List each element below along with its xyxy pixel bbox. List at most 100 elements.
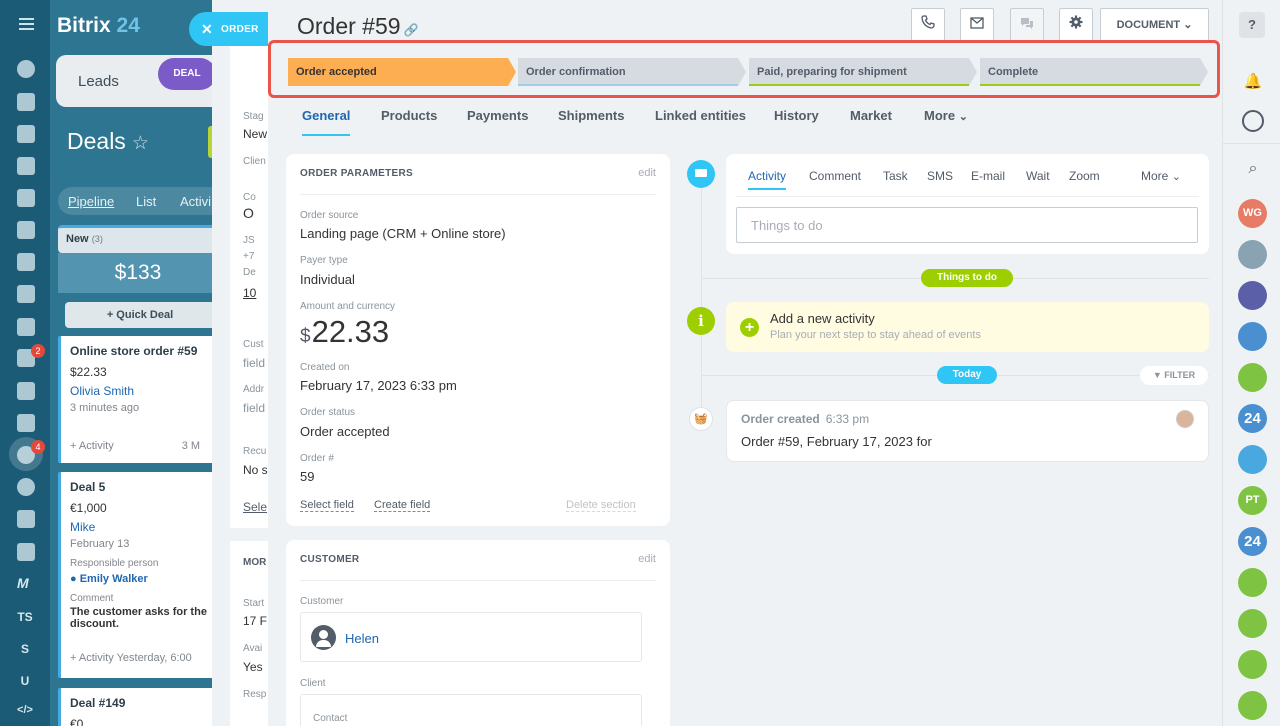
documents-icon[interactable] <box>17 189 35 207</box>
chat-icon[interactable] <box>17 125 35 143</box>
link-icon[interactable]: 🔗 <box>404 23 419 37</box>
zoom-tab[interactable]: Zoom <box>1069 169 1100 183</box>
calendar-icon[interactable] <box>17 157 35 175</box>
avatar[interactable] <box>1238 240 1267 269</box>
add-activity-card[interactable]: + Add a new activity Plan your next step… <box>726 302 1209 352</box>
wait-tab[interactable]: Wait <box>1026 169 1050 183</box>
code-icon[interactable]: </> <box>0 704 50 716</box>
stage-order-accepted[interactable]: Order accepted <box>288 58 516 86</box>
tab-payments[interactable]: Payments <box>467 108 528 123</box>
group-chat-icon[interactable] <box>1238 322 1267 351</box>
edit-link[interactable]: edit <box>638 553 656 565</box>
group-chat-icon[interactable] <box>1238 691 1267 720</box>
field-label: Payer type <box>300 255 348 266</box>
help-icon[interactable]: ? <box>1239 12 1265 38</box>
bell-icon[interactable]: 🔔 <box>1239 68 1267 96</box>
amount-value: $22.33 <box>300 314 390 349</box>
sms-tab[interactable]: SMS <box>927 169 953 183</box>
customer-name-link[interactable]: Helen <box>345 631 379 646</box>
create-field-link[interactable]: Create field <box>374 499 431 512</box>
avatar[interactable]: PT <box>1238 486 1267 515</box>
checklist-icon[interactable] <box>17 382 35 400</box>
deal-card[interactable]: Online store order #59 $22.33 Olivia Smi… <box>58 336 218 463</box>
settings-button[interactable] <box>1059 8 1093 42</box>
delete-section-link[interactable]: Delete section <box>566 499 636 512</box>
contacts-icon[interactable] <box>17 318 35 336</box>
comment-tab[interactable]: Comment <box>809 169 861 183</box>
sign-icon[interactable] <box>17 221 35 239</box>
search-icon[interactable]: ⌕ <box>1239 155 1267 183</box>
target-icon[interactable] <box>17 478 35 496</box>
activity-more-tab[interactable]: More ⌄ <box>1141 169 1181 183</box>
chat-button[interactable] <box>1010 8 1044 42</box>
group-chat-icon[interactable] <box>1238 650 1267 679</box>
tasks-icon[interactable] <box>17 93 35 111</box>
contact-card-icon[interactable] <box>1238 363 1267 392</box>
star-icon[interactable]: ☆ <box>132 133 149 154</box>
deal-card[interactable]: Deal 5 €1,000 Mike February 13 Responsib… <box>58 472 218 678</box>
id-card-icon[interactable] <box>17 510 35 528</box>
feed-icon[interactable] <box>17 60 35 78</box>
field-label: Created on <box>300 362 350 373</box>
avatar[interactable]: 24 <box>1238 404 1267 433</box>
stage-underline <box>749 84 969 86</box>
stage-paid-preparing[interactable]: Paid, preparing for shipment <box>749 58 977 86</box>
tab-linked-entities[interactable]: Linked entities <box>655 108 746 123</box>
filter-button[interactable]: ▼ FILTER <box>1140 366 1208 385</box>
stage-complete[interactable]: Complete <box>980 58 1208 86</box>
column-header: New (3) <box>58 225 218 253</box>
field-label: Order source <box>300 210 359 221</box>
m-logo-icon[interactable]: M <box>17 575 35 593</box>
tab-shipments[interactable]: Shipments <box>558 108 624 123</box>
section-title: ORDER PARAMETERS <box>300 168 413 179</box>
client-entry: Contact <box>300 694 642 726</box>
nav-ts[interactable]: TS <box>0 610 50 624</box>
menu-icon[interactable] <box>19 18 34 30</box>
deal-card[interactable]: Deal #149 €0 <box>58 688 218 726</box>
chat-search-icon[interactable] <box>1242 110 1264 132</box>
cart-icon[interactable] <box>17 414 35 432</box>
field-label: Customer <box>300 596 344 607</box>
inbox-icon[interactable] <box>17 285 35 303</box>
call-button[interactable] <box>911 8 945 42</box>
view-activities[interactable]: Activi <box>180 194 211 209</box>
tab-history[interactable]: History <box>774 108 819 123</box>
chat-bubbles-icon <box>1021 18 1033 29</box>
email-tab[interactable]: E-mail <box>971 169 1005 183</box>
edit-link[interactable]: edit <box>638 167 656 179</box>
customer-entry[interactable]: Helen <box>300 612 642 662</box>
close-order-button[interactable]: ✕ ORDER <box>189 12 269 46</box>
activity-editor: Things to do <box>726 154 1209 254</box>
avatar[interactable]: 24 <box>1238 527 1267 556</box>
tab-products[interactable]: Products <box>381 108 437 123</box>
activity-tab[interactable]: Activity <box>748 169 787 190</box>
order-created-event: Order created 6:33 pm Order #59, February… <box>726 400 1209 462</box>
group-chat-icon[interactable] <box>1238 609 1267 638</box>
calendar-chat-icon[interactable] <box>1238 445 1267 474</box>
robot-icon[interactable] <box>17 253 35 271</box>
group-chat-icon[interactable] <box>1238 568 1267 597</box>
things-to-do-pill: Things to do <box>921 269 1013 287</box>
tab-market[interactable]: Market <box>850 108 892 123</box>
tab-more[interactable]: More ⌄ <box>924 108 968 123</box>
chevron-down-icon: ⌄ <box>1183 19 1193 31</box>
quick-deal-button[interactable]: + Quick Deal <box>65 302 215 328</box>
author-avatar[interactable] <box>1176 410 1194 428</box>
tab-general[interactable]: General <box>302 108 351 136</box>
email-button[interactable] <box>960 8 994 42</box>
add-activity-title: Add a new activity <box>770 311 875 326</box>
things-to-do-input[interactable]: Things to do <box>736 207 1198 243</box>
box-icon[interactable] <box>17 543 35 561</box>
timeline-chat-icon <box>687 160 715 188</box>
task-tab[interactable]: Task <box>883 169 908 183</box>
stage-order-confirmation[interactable]: Order confirmation <box>518 58 746 86</box>
view-pipeline[interactable]: Pipeline <box>68 194 114 209</box>
nav-u[interactable]: U <box>0 674 50 688</box>
deal-switcher[interactable]: DEAL <box>158 58 216 90</box>
view-list[interactable]: List <box>136 194 156 209</box>
nav-s[interactable]: S <box>0 642 50 656</box>
select-field-link[interactable]: Select field <box>300 499 354 512</box>
avatar[interactable] <box>1238 281 1267 310</box>
avatar[interactable]: WG <box>1238 199 1267 228</box>
document-button[interactable]: DOCUMENT ⌄ <box>1100 8 1209 42</box>
